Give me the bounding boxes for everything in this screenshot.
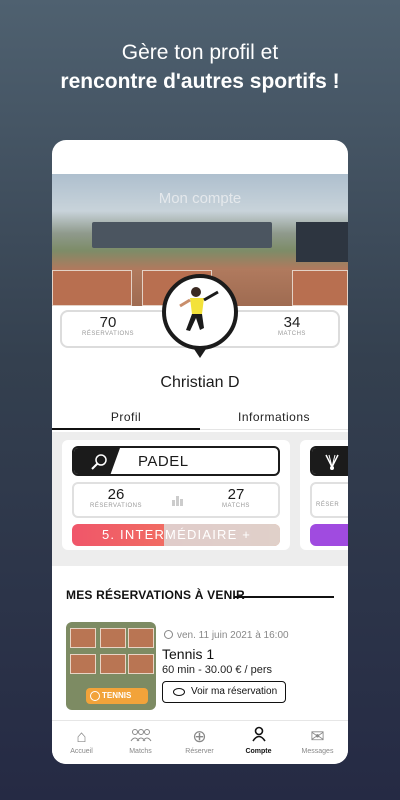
sport-level-bar — [310, 524, 348, 546]
promo-headline: Gère ton profil et rencontre d'autres sp… — [0, 38, 400, 96]
phone-screen: Mon compte 70 RÉSERVATIONS 34 MATCHS Chr… — [52, 140, 348, 764]
headline-line-1: Gère ton profil et — [121, 41, 279, 64]
sport-card-padel[interactable]: PADEL 26 RÉSERVATIONS 27 MATCHS 5. INTER… — [62, 440, 290, 550]
upcoming-section-title: MES RÉSERVATIONS À VENIR — [66, 588, 245, 602]
tab-profil[interactable]: Profil — [52, 410, 200, 430]
reservation-details: 60 min - 30.00 € / pers — [162, 664, 273, 676]
bar-chart-icon — [172, 496, 183, 506]
nav-matchs[interactable]: Matchs — [111, 726, 170, 755]
padel-racket-icon — [91, 454, 107, 470]
section-divider — [234, 596, 334, 598]
reservation-title: Tennis 1 — [162, 646, 215, 662]
sport-level-label: 5. INTERMÉDIAIRE + — [102, 527, 252, 542]
headline-line-2: rencontre d'autres sportifs ! — [60, 70, 340, 93]
stat-matchs[interactable]: 34 MATCHS — [252, 314, 332, 337]
nav-accueil[interactable]: ⌂ Accueil — [52, 726, 111, 755]
avatar[interactable] — [162, 274, 238, 350]
bottom-nav: ⌂ Accueil Matchs ⊕ Réserver Compte ✉ Mes… — [52, 720, 348, 764]
sport-stats: RÉSER — [310, 482, 348, 518]
profile-name: Christian D — [160, 374, 240, 391]
sport-header: PADEL — [72, 446, 280, 476]
sport-level-bar: 5. INTERMÉDIAIRE + — [72, 524, 280, 546]
sport-stat-reservations: 26 RÉSERVATIONS — [89, 486, 142, 509]
reservation-date: ven. 11 juin 2021 à 16:00 — [164, 630, 289, 641]
nav-reserver[interactable]: ⊕ Réserver — [170, 726, 229, 755]
badminton-shuttle-icon — [325, 454, 339, 470]
sport-card-badminton[interactable]: RÉSER — [300, 440, 348, 550]
tennis-ball-icon — [90, 691, 100, 701]
reservation-image[interactable]: TENNIS — [66, 622, 156, 710]
tab-informations[interactable]: Informations — [200, 410, 348, 424]
stat-reservations[interactable]: 70 RÉSERVATIONS — [68, 314, 148, 337]
sport-tag: TENNIS — [86, 688, 148, 704]
plus-circle-icon: ⊕ — [192, 727, 207, 746]
sports-carousel[interactable]: PADEL 26 RÉSERVATIONS 27 MATCHS 5. INTER… — [52, 432, 348, 566]
user-icon — [229, 726, 288, 748]
mail-icon: ✉ — [310, 727, 325, 746]
screen-title: Mon compte — [158, 190, 242, 207]
sport-stats: 26 RÉSERVATIONS 27 MATCHS — [72, 482, 280, 518]
profile-tabs: Profil Informations — [52, 406, 348, 430]
view-reservation-button[interactable]: Voir ma réservation — [162, 681, 286, 703]
sport-stat-matchs: 27 MATCHS — [222, 486, 250, 509]
eye-icon — [173, 688, 185, 696]
nav-compte[interactable]: Compte — [229, 726, 288, 755]
people-icon — [111, 726, 170, 748]
sport-header — [310, 446, 348, 476]
player-photo-icon — [179, 287, 219, 331]
home-icon: ⌂ — [76, 727, 87, 746]
nav-messages[interactable]: ✉ Messages — [288, 726, 347, 755]
clock-icon — [164, 630, 173, 639]
sport-name: PADEL — [138, 453, 189, 470]
